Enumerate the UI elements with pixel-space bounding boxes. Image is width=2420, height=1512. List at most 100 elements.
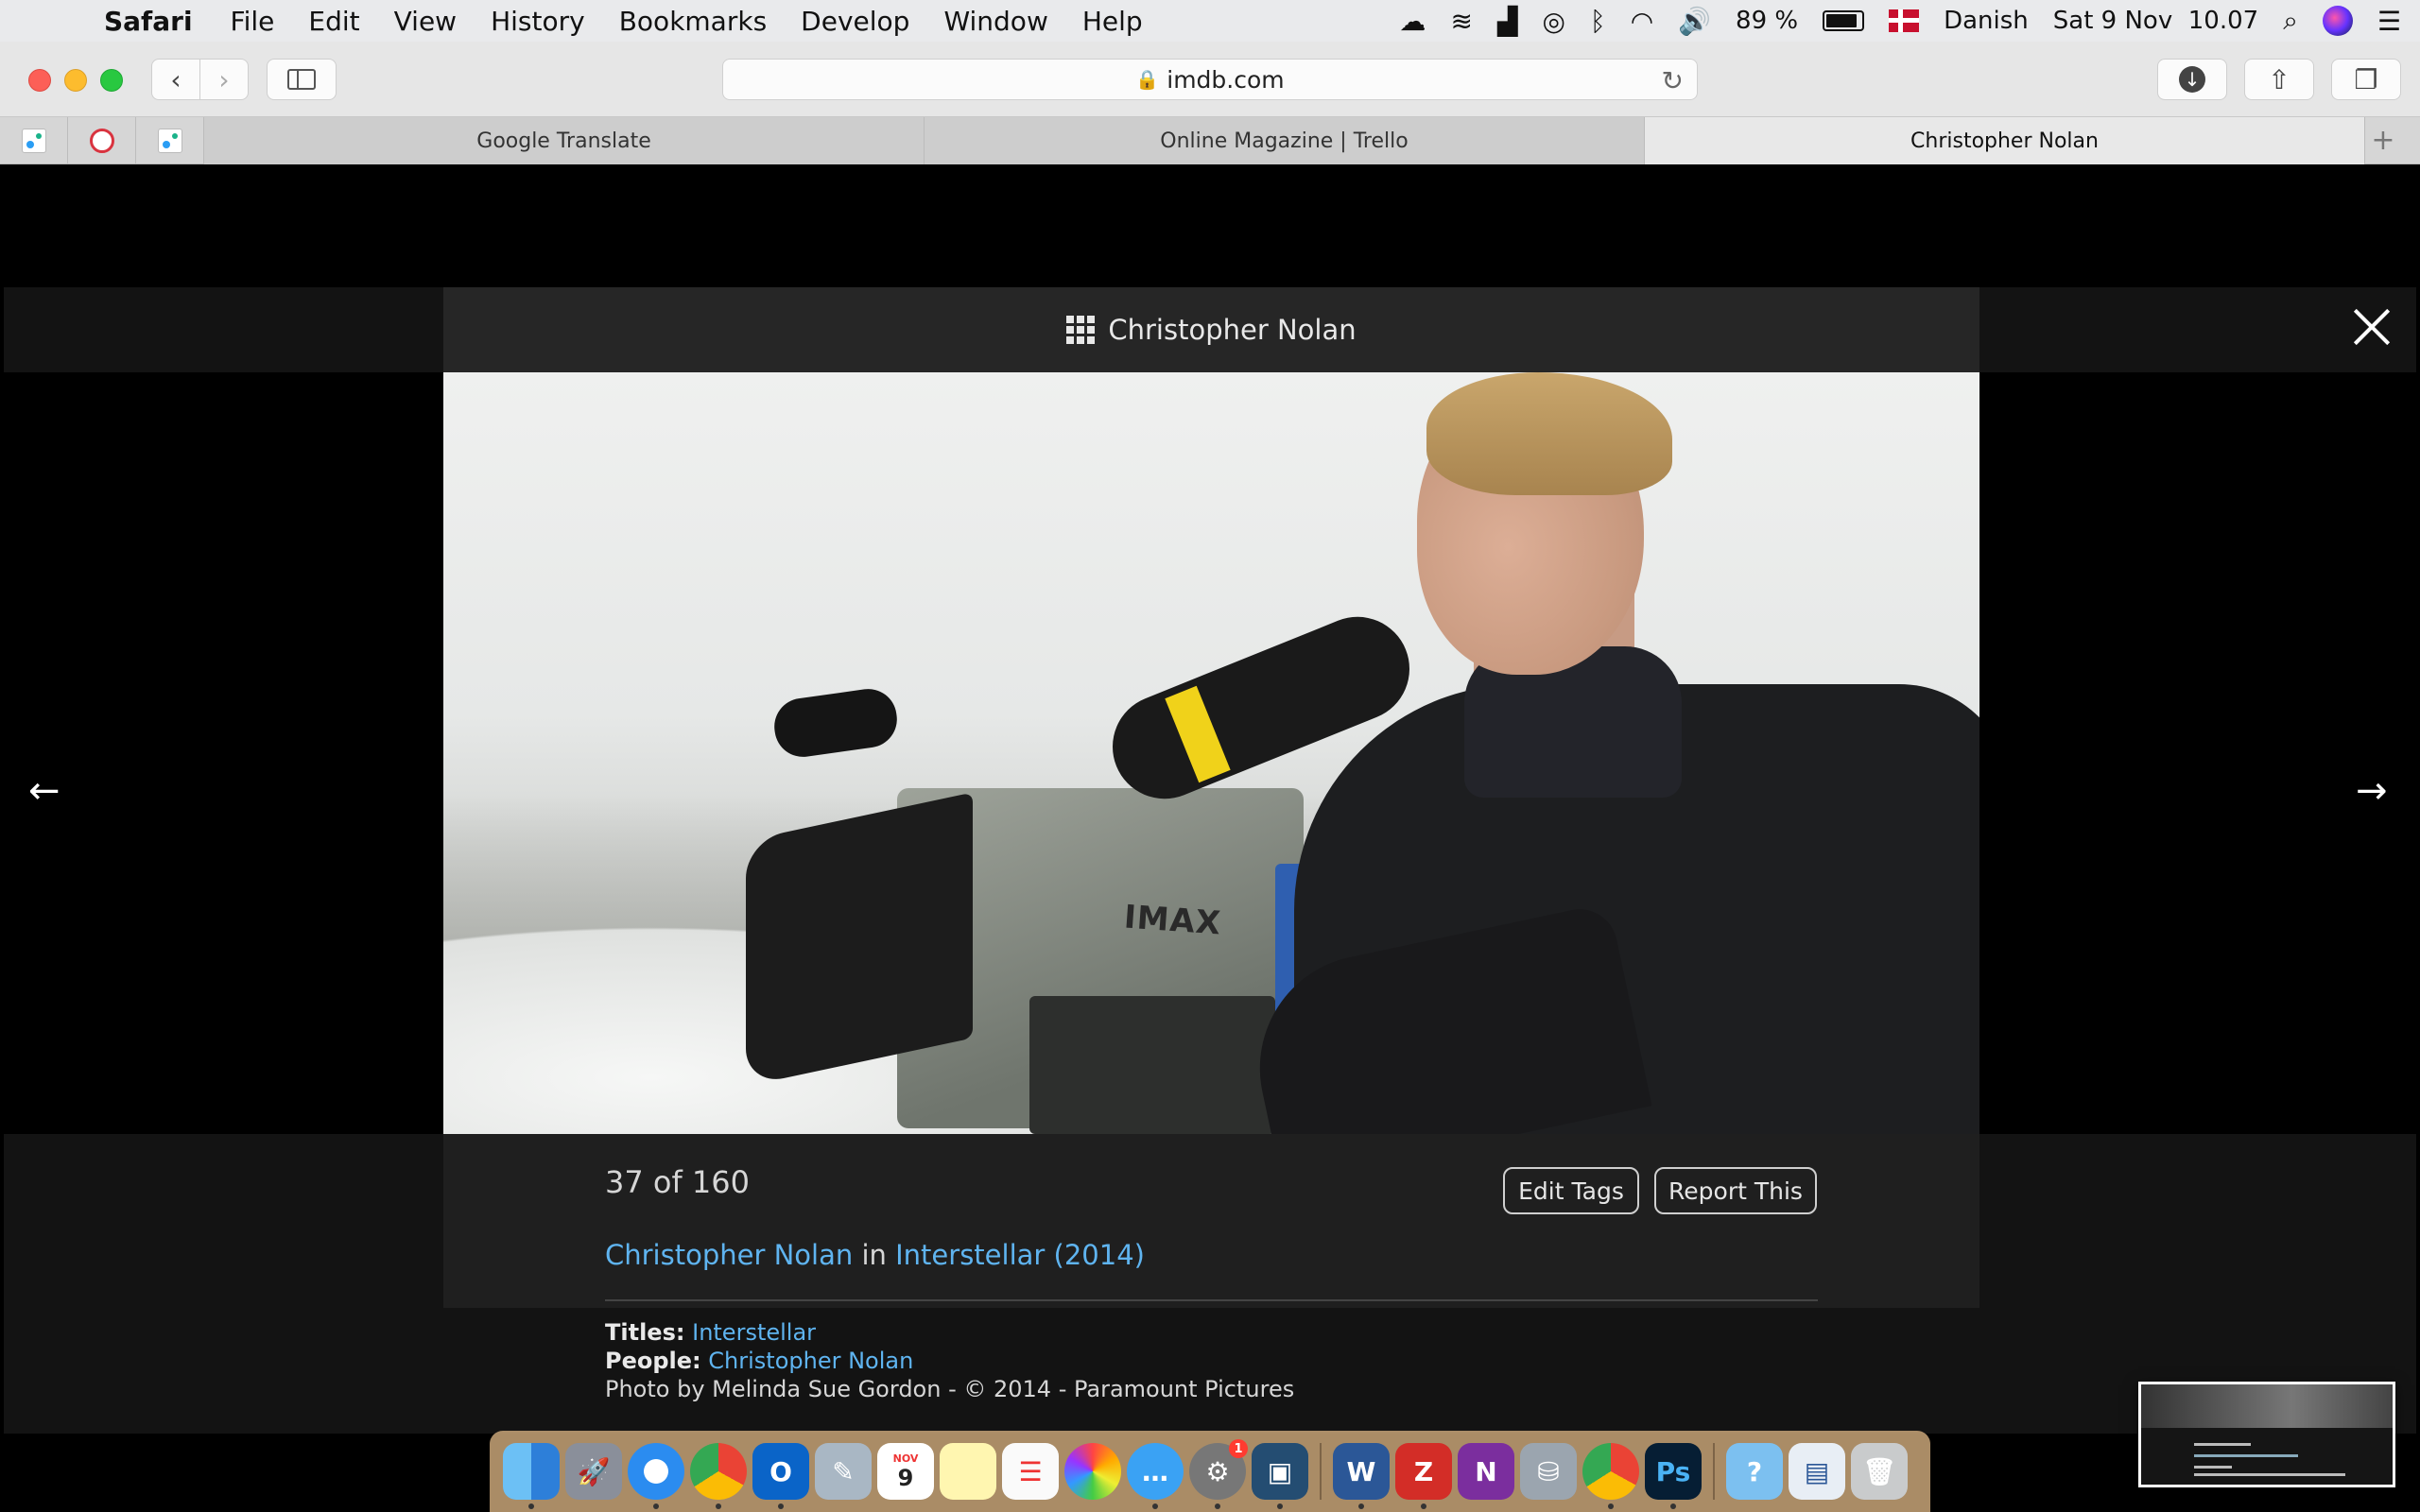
menu-bookmarks[interactable]: Bookmarks (619, 6, 767, 37)
notification-center-icon[interactable]: ☰ (2377, 6, 2401, 37)
trash-icon[interactable]: 🗑 (1851, 1443, 1908, 1500)
report-this-button[interactable]: Report This (1654, 1167, 1817, 1214)
people-link[interactable]: Christopher Nolan (708, 1348, 913, 1374)
close-gallery-icon[interactable] (2346, 301, 2397, 352)
calendar-month: NOV (892, 1452, 919, 1465)
tab-google-translate[interactable]: Google Translate (204, 117, 925, 164)
next-arrow-icon[interactable]: → (2356, 769, 2388, 813)
sync-icon[interactable]: ◎ (1542, 6, 1564, 37)
person-link[interactable]: Christopher Nolan (605, 1239, 853, 1271)
clock[interactable]: Sat 9 Nov 10.07 (2053, 7, 2258, 35)
siri-icon[interactable] (2322, 6, 2353, 36)
camera-brand-text: IMAX (1122, 898, 1223, 943)
share-icon: ⇧ (2268, 63, 2290, 95)
spotlight-search-icon[interactable]: ⌕ (2283, 5, 2298, 37)
caption-panel (443, 1134, 1979, 1308)
downloads-button[interactable]: ↓ (2157, 59, 2227, 100)
gallery-header[interactable]: Christopher Nolan (443, 287, 1979, 372)
chevron-right-icon: › (218, 63, 230, 95)
reload-icon[interactable]: ↻ (1662, 65, 1684, 96)
caption-connector: in (861, 1239, 887, 1271)
creative-cloud-icon[interactable]: ☁ (1399, 6, 1426, 37)
photo-credit: Photo by Melinda Sue Gordon - © 2014 - P… (605, 1376, 1295, 1402)
word-icon[interactable]: W (1333, 1443, 1390, 1509)
edit-tags-button[interactable]: Edit Tags (1503, 1167, 1639, 1214)
titles-label: Titles: (605, 1319, 685, 1346)
launchpad-icon[interactable]: 🚀 (565, 1443, 622, 1500)
menu-app-safari[interactable]: Safari (104, 6, 193, 37)
notification-badge: 1 (1229, 1439, 1248, 1458)
photoshop-icon[interactable]: Ps (1645, 1443, 1702, 1509)
preview-icon[interactable]: ✎ (815, 1443, 872, 1500)
previous-arrow-icon[interactable]: ← (28, 769, 60, 813)
photo-counter: 37 of 160 (605, 1164, 750, 1200)
minimize-window-button[interactable] (64, 69, 87, 92)
pinned-site-icon (89, 129, 114, 153)
sidebar-toggle-button[interactable] (267, 59, 337, 100)
chrome-secondary-icon[interactable] (1582, 1443, 1639, 1509)
menu-help[interactable]: Help (1082, 6, 1143, 37)
input-language[interactable]: Danish (1944, 7, 2029, 35)
fullscreen-window-button[interactable] (100, 69, 123, 92)
share-button[interactable]: ⇧ (2244, 59, 2314, 100)
pinned-tab-2[interactable] (68, 117, 136, 164)
pinned-site-icon (157, 129, 182, 153)
show-all-tabs-button[interactable]: ❐ (2331, 59, 2401, 100)
reminders-icon[interactable]: ☰ (1002, 1443, 1059, 1500)
download-icon: ↓ (2179, 66, 2205, 93)
battery-fill (1826, 14, 1858, 27)
menu-window[interactable]: Window (943, 6, 1047, 37)
photos-icon[interactable] (1064, 1443, 1121, 1500)
wifi-icon[interactable]: ◠ (1631, 6, 1653, 37)
gallery-title[interactable]: Christopher Nolan (1108, 314, 1356, 346)
grid-icon[interactable] (1066, 316, 1096, 344)
screen-tool-icon[interactable]: ▣ (1252, 1443, 1308, 1509)
menu-develop[interactable]: Develop (801, 6, 909, 37)
menu-file[interactable]: File (231, 6, 275, 37)
outlook-icon[interactable]: O (752, 1443, 809, 1509)
menu-history[interactable]: History (491, 6, 585, 37)
new-tab-button[interactable]: + (2365, 117, 2401, 163)
bluetooth-icon[interactable]: ᛒ (1590, 6, 1606, 37)
address-bar[interactable]: 🔒 imdb.com ↻ (722, 59, 1698, 100)
zotero-icon[interactable]: Z (1395, 1443, 1452, 1509)
safari-dock-icon[interactable] (628, 1443, 684, 1509)
menu-view[interactable]: View (394, 6, 457, 37)
messages-icon[interactable]: … (1127, 1443, 1184, 1509)
help-folder-icon[interactable]: ? (1726, 1443, 1783, 1500)
calendar-icon[interactable]: NOV 9 (877, 1443, 934, 1500)
back-button[interactable]: ‹ (151, 59, 200, 100)
title-link[interactable]: Interstellar (2014) (895, 1239, 1145, 1271)
disk-utility-icon[interactable]: ⛁ (1520, 1443, 1577, 1500)
screenshot-thumbnail[interactable] (2138, 1382, 2395, 1487)
people-label: People: (605, 1348, 701, 1374)
menu-edit[interactable]: Edit (308, 6, 359, 37)
gallery-side-left (4, 372, 443, 1134)
address-text: imdb.com (1167, 65, 1285, 94)
gallery-side-right (1979, 372, 2416, 1134)
finder-icon[interactable] (503, 1443, 560, 1509)
gallery-photo: IMAX (443, 372, 1979, 1134)
system-preferences-icon[interactable]: ⚙ 1 (1189, 1439, 1248, 1509)
sidebar-icon (287, 69, 316, 90)
tab-bar: Google Translate Online Magazine | Trell… (0, 117, 2420, 164)
calendar-day: 9 (897, 1464, 914, 1491)
pinned-tab-3[interactable] (136, 117, 204, 164)
onenote-icon[interactable]: N (1458, 1443, 1514, 1500)
tab-christopher-nolan[interactable]: Christopher Nolan (1645, 117, 2365, 164)
close-window-button[interactable] (28, 69, 51, 92)
dashboard-icon[interactable]: ▟ (1497, 6, 1518, 37)
dock: 🚀 O ✎ NOV 9 ☰ … ⚙ 1 ▣ W Z N ⛁ Ps ? ▤ 🗑 (490, 1431, 1930, 1512)
forward-button[interactable]: › (199, 59, 249, 100)
titles-link[interactable]: Interstellar (692, 1319, 816, 1346)
chrome-icon[interactable] (690, 1443, 747, 1509)
battery-icon[interactable] (1823, 10, 1865, 31)
notes-icon[interactable] (940, 1443, 996, 1500)
volume-icon[interactable]: 🔊 (1678, 6, 1711, 37)
tabs-overview-icon: ❐ (2354, 63, 2378, 95)
tab-online-magazine-trello[interactable]: Online Magazine | Trello (925, 117, 1645, 164)
macos-menu-bar: Safari File Edit View History Bookmarks … (0, 0, 2420, 42)
pinned-tab-1[interactable] (0, 117, 68, 164)
wave-icon[interactable]: ≋ (1450, 6, 1472, 37)
document-stack-icon[interactable]: ▤ (1789, 1443, 1845, 1500)
